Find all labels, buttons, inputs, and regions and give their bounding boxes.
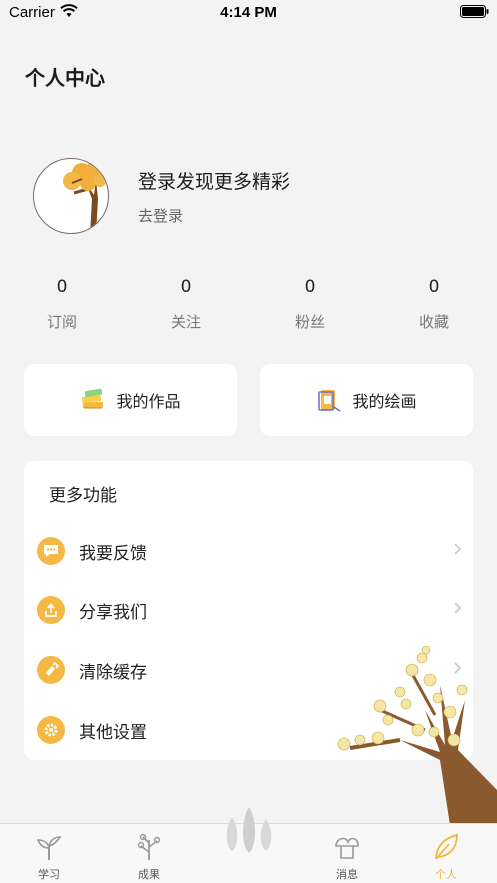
tab-label: 成果 bbox=[138, 868, 160, 881]
menu-item-label: 清除缓存 bbox=[79, 663, 147, 683]
stat-following[interactable]: 0 关注 bbox=[146, 276, 226, 332]
tree-avatar-icon bbox=[63, 162, 106, 233]
painting-icon bbox=[318, 390, 341, 412]
leaf-icon bbox=[435, 833, 458, 860]
my-paintings-label: 我的绘画 bbox=[352, 392, 417, 411]
my-works-label: 我的作品 bbox=[116, 392, 181, 411]
menu-item-label: 我要反馈 bbox=[79, 544, 147, 564]
share-icon bbox=[37, 596, 65, 624]
stat-value: 0 bbox=[56, 277, 68, 297]
menu-item-label: 其他设置 bbox=[79, 723, 147, 743]
tab-label: 消息 bbox=[336, 868, 358, 881]
status-time: 4:14 PM bbox=[220, 4, 277, 21]
stat-label: 粉丝 bbox=[294, 313, 325, 331]
books-icon bbox=[82, 388, 104, 409]
tab-label: 学习 bbox=[38, 868, 60, 881]
page-title: 个人中心 bbox=[25, 66, 105, 90]
status-bar: Carrier 4:14 PM bbox=[0, 0, 497, 26]
chevron-right-icon bbox=[454, 543, 462, 555]
sprout-icon bbox=[36, 836, 62, 860]
login-prompt-title: 登录发现更多精彩 bbox=[138, 171, 291, 193]
feedback-icon bbox=[37, 537, 65, 565]
more-features-title: 更多功能 bbox=[49, 486, 117, 506]
settings-icon bbox=[37, 716, 65, 744]
my-paintings-button[interactable]: 我的绘画 bbox=[260, 364, 473, 436]
avatar[interactable] bbox=[33, 158, 109, 234]
tab-profile[interactable]: 个人 bbox=[416, 824, 476, 883]
stat-value: 0 bbox=[304, 277, 316, 297]
menu-item-label: 分享我们 bbox=[79, 603, 147, 623]
login-link[interactable]: 去登录 bbox=[138, 205, 183, 226]
tab-achievements[interactable]: 成果 bbox=[119, 824, 179, 883]
tab-label: 个人 bbox=[435, 868, 457, 881]
stat-label: 关注 bbox=[170, 313, 201, 331]
stat-favorites[interactable]: 0 收藏 bbox=[394, 276, 474, 332]
stat-value: 0 bbox=[180, 277, 192, 297]
menu-item-feedback[interactable]: 我要反馈 bbox=[24, 526, 473, 576]
menu-item-share[interactable]: 分享我们 bbox=[24, 585, 473, 635]
trees-center-icon[interactable] bbox=[218, 805, 280, 855]
battery-icon bbox=[460, 5, 489, 18]
mushroom-icon bbox=[335, 837, 359, 859]
tree-decoration-icon bbox=[337, 645, 497, 825]
clear-cache-icon bbox=[37, 656, 65, 684]
stat-value: 0 bbox=[428, 277, 440, 297]
my-works-button[interactable]: 我的作品 bbox=[24, 364, 237, 436]
plant-icon bbox=[137, 833, 161, 860]
tab-messages[interactable]: 消息 bbox=[317, 824, 377, 883]
stat-fans[interactable]: 0 粉丝 bbox=[270, 276, 350, 332]
stat-label: 订阅 bbox=[46, 313, 77, 331]
stats-row: 0 订阅 0 关注 0 粉丝 0 收藏 bbox=[0, 276, 497, 340]
stat-label: 收藏 bbox=[418, 313, 449, 331]
chevron-right-icon bbox=[454, 602, 462, 614]
tab-learn[interactable]: 学习 bbox=[19, 824, 79, 883]
stat-subscriptions[interactable]: 0 订阅 bbox=[22, 276, 102, 332]
